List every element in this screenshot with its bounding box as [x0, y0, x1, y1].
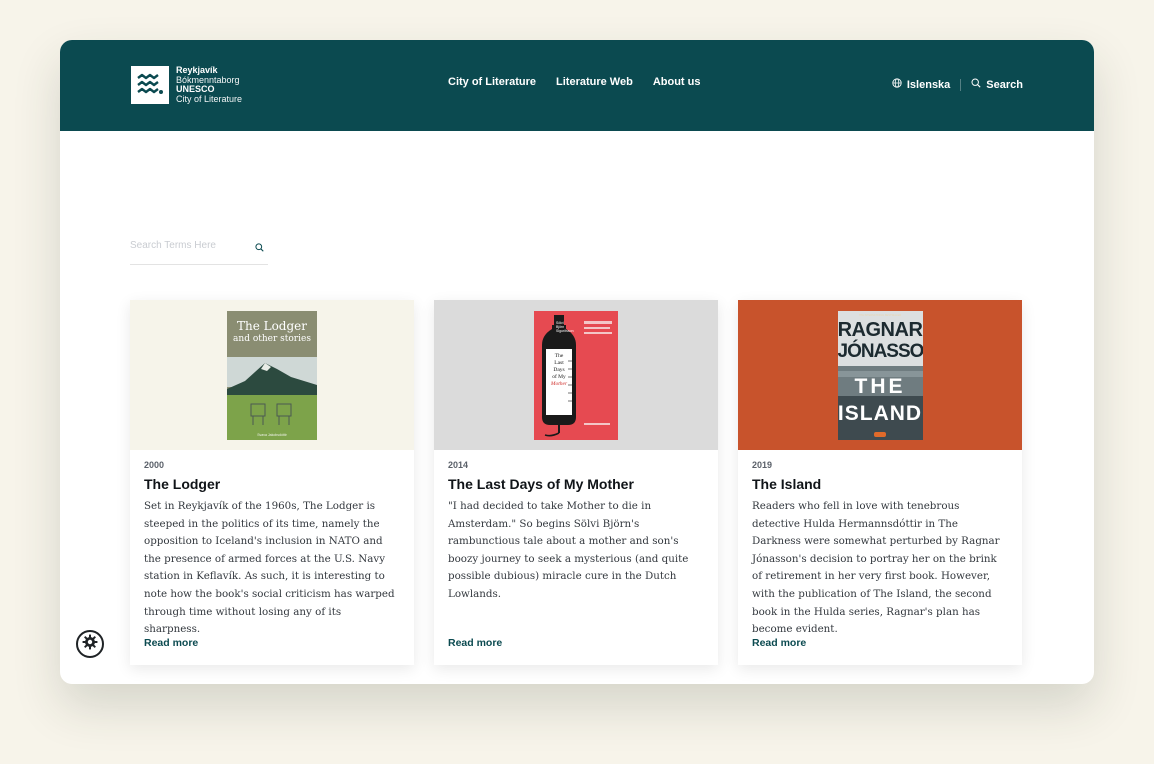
gear-icon: [82, 634, 98, 655]
card-title[interactable]: The Island: [752, 476, 1008, 492]
book-card[interactable]: Sölvi Björn Sigurðsson The Last Days of …: [434, 300, 718, 665]
card-body: 2000 The Lodger Set in Reykjavík of the …: [130, 450, 414, 639]
card-year: 2014: [448, 460, 469, 470]
cover-title-top: THE: [854, 374, 906, 398]
search-bar: [130, 235, 268, 265]
cover-title-bottom: ISLAND: [837, 401, 923, 425]
main-nav: City of Literature Literature Web About …: [448, 76, 701, 88]
card-year: 2019: [752, 460, 773, 470]
book-cover-image: THE INTERNATIONAL BESTSELLER RAGNAR JÓNA…: [837, 310, 923, 440]
card-description: Set in Reykjavík of the 1960s, The Lodge…: [144, 500, 395, 636]
book-card-list: The Lodger and other stories Svava Jakob…: [130, 300, 1022, 665]
logo-wordmark: Reykjavík Bókmenntaborg UNESCO City of L…: [176, 65, 243, 104]
cover-author-first: RAGNAR: [837, 318, 923, 341]
cover-title: The Lodger and other stories: [233, 318, 311, 344]
cover-author: Svava Jakobsdóttir: [257, 432, 287, 437]
nav-item-about-us[interactable]: About us: [653, 76, 701, 88]
browser-window: Reykjavík Bókmenntaborg UNESCO City of L…: [60, 40, 1094, 684]
book-cover-image: The Lodger and other stories Svava Jakob…: [227, 310, 317, 440]
search-icon[interactable]: [255, 239, 264, 257]
site-header: Reykjavík Bókmenntaborg UNESCO City of L…: [60, 40, 1094, 131]
settings-button[interactable]: [76, 630, 104, 658]
language-label: Islenska: [906, 78, 951, 91]
card-image-area: Sölvi Björn Sigurðsson The Last Days of …: [434, 300, 718, 450]
card-title[interactable]: The Last Days of My Mother: [448, 476, 704, 492]
search-input[interactable]: [130, 237, 245, 253]
read-more-link[interactable]: Read more: [144, 637, 198, 649]
header-utilities: Islenska Search: [892, 78, 1023, 91]
header-search-button[interactable]: Search: [971, 78, 1023, 91]
card-year: 2000: [144, 460, 165, 470]
nav-item-literature-web[interactable]: Literature Web: [556, 76, 633, 88]
card-image-area: The Lodger and other stories Svava Jakob…: [130, 300, 414, 450]
logo-line-city-of-literature: City of Literature: [176, 93, 243, 104]
language-switcher[interactable]: Islenska: [892, 78, 950, 91]
card-description: "I had decided to take Mother to die in …: [448, 500, 689, 600]
card-body: 2019 The Island Readers who fell in love…: [738, 450, 1022, 639]
read-more-link[interactable]: Read more: [448, 637, 502, 649]
site-logo[interactable]: Reykjavík Bókmenntaborg UNESCO City of L…: [131, 65, 243, 104]
cover-title: The Last Days of My Mother: [550, 352, 568, 387]
read-more-link[interactable]: Read more: [752, 637, 806, 649]
cover-author: Sölvi Björn Sigurðsson: [556, 320, 574, 333]
cover-tagline: THE INTERNATIONAL BESTSELLER: [858, 313, 902, 317]
publisher-logo-icon: [873, 431, 886, 437]
book-card[interactable]: The Lodger and other stories Svava Jakob…: [130, 300, 414, 665]
card-description: Readers who fell in love with tenebrous …: [752, 500, 1000, 636]
logo-line-bokmenntaborg: Bókmenntaborg: [176, 74, 240, 85]
book-card[interactable]: THE INTERNATIONAL BESTSELLER RAGNAR JÓNA…: [738, 300, 1022, 665]
card-title[interactable]: The Lodger: [144, 476, 400, 492]
book-cover-image: Sölvi Björn Sigurðsson The Last Days of …: [534, 310, 618, 440]
header-search-label: Search: [986, 78, 1023, 91]
wave-logo-icon: [131, 66, 169, 104]
nav-item-city-of-literature[interactable]: City of Literature: [448, 76, 536, 88]
globe-icon: [892, 78, 902, 91]
divider: [960, 78, 962, 91]
card-image-area: THE INTERNATIONAL BESTSELLER RAGNAR JÓNA…: [738, 300, 1022, 450]
cover-author-last: JÓNASSON: [837, 340, 923, 362]
card-body: 2014 The Last Days of My Mother "I had d…: [434, 450, 718, 604]
search-icon: [971, 78, 981, 91]
